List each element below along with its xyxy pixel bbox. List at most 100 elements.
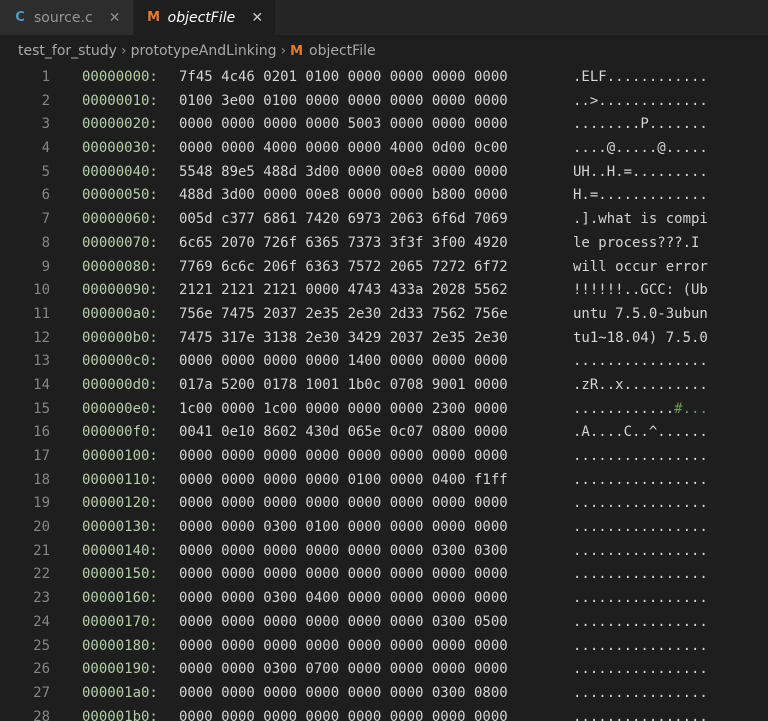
ascii-plain: ................ [573, 471, 708, 488]
hex-editor[interactable]: 1 00000000: 7f45 4c46 0201 0100 0000 0000 … [0, 66, 768, 721]
hex-bytes: 0000 0000 0000 0000 0000 0000 0000 0000 [179, 637, 508, 654]
hex-offset: 000000d0: [82, 376, 158, 393]
hex-offset: 00000100: [82, 448, 158, 464]
ascii-plain: will occur error [573, 258, 708, 275]
code-line[interactable]: 14 000000d0: 017a 5200 0178 1001 1b0c 0708… [0, 374, 768, 398]
hex-offset: 000000a0: [82, 305, 158, 322]
code-line[interactable]: 5 00000040: 5548 89e5 488d 3d00 0000 00e8 … [0, 161, 768, 185]
line-number: 17 [33, 448, 50, 464]
hex-bytes: 5548 89e5 488d 3d00 0000 00e8 0000 0000 [179, 163, 508, 180]
code-line[interactable]: 9 00000080: 7769 6c6c 206f 6363 7572 2065 … [0, 256, 768, 280]
code-line[interactable]: 10 00000090: 2121 2121 2121 0000 4743 433a… [0, 279, 768, 303]
ascii-text: ................ [573, 658, 708, 682]
ascii-plain: ................ [573, 684, 708, 701]
hex-offset: 00000010: [82, 92, 158, 109]
hex-bytes: 0000 0000 0000 0000 0000 0000 0000 0000 [179, 708, 508, 721]
hex-offset: 00000160: [82, 590, 158, 607]
line-number: 18 [33, 471, 50, 488]
hex-offset: 00000020: [82, 116, 158, 133]
tab-objectfile[interactable]: M objectFile ✕ [133, 0, 277, 35]
hex-bytes: 0041 0e10 8602 430d 065e 0c07 0800 0000 [179, 424, 508, 441]
code-line[interactable]: 25 00000180: 0000 0000 0000 0000 0000 0000… [0, 635, 768, 659]
code-line[interactable]: 8 00000070: 6c65 2070 726f 6365 7373 3f3f … [0, 232, 768, 256]
chevron-right-icon: › [120, 43, 127, 59]
code-line[interactable]: 28 000001b0: 0000 0000 0000 0000 0000 0000… [0, 706, 768, 721]
ascii-text: untu 7.5.0-3ubun [573, 303, 708, 327]
hex-bytes: 2121 2121 2121 0000 4743 433a 2028 5562 [179, 282, 508, 299]
ascii-plain: .A....C..^...... [573, 424, 708, 441]
code-line[interactable]: 18 00000110: 0000 0000 0000 0000 0100 0000… [0, 469, 768, 493]
code-line[interactable]: 22 00000150: 0000 0000 0000 0000 0000 0000… [0, 563, 768, 587]
hex-bytes: 0000 0000 0000 0000 0000 0000 0000 0000 [179, 566, 508, 583]
ascii-plain: tu1~18.04) 7.5.0 [573, 329, 708, 346]
breadcrumb-file-objectfile[interactable]: objectFile [309, 43, 376, 59]
close-icon[interactable]: ✕ [107, 10, 123, 26]
code-line[interactable]: 15 000000e0: 1c00 0000 1c00 0000 0000 0000… [0, 398, 768, 422]
hex-offset: 00000170: [82, 613, 158, 630]
ascii-plain: ................ [573, 542, 708, 559]
line-number: 19 [33, 495, 50, 512]
line-number: 4 [41, 140, 50, 157]
ascii-text: tu1~18.04) 7.5.0 [573, 327, 708, 351]
hex-bytes: 756e 7475 2037 2e35 2e30 2d33 7562 756e [179, 305, 508, 322]
line-number: 6 [41, 187, 50, 204]
hex-bytes: 0000 0000 0000 0000 0000 0000 0300 0800 [179, 684, 508, 701]
code-line[interactable]: 4 00000030: 0000 0000 4000 0000 0000 4000 … [0, 137, 768, 161]
ascii-plain: H.=............. [573, 187, 708, 204]
hex-offset: 000000b0: [82, 329, 158, 346]
code-line[interactable]: 16 000000f0: 0041 0e10 8602 430d 065e 0c07… [0, 421, 768, 445]
hex-offset: 00000150: [82, 566, 158, 583]
ascii-text: ................ [573, 469, 708, 493]
ascii-text: ............#... [573, 398, 708, 422]
code-line[interactable]: 11 000000a0: 756e 7475 2037 2e35 2e30 2d33… [0, 303, 768, 327]
hex-bytes: 0000 0000 0000 0000 0000 0000 0000 0000 [179, 495, 508, 512]
code-line[interactable]: 26 00000190: 0000 0000 0300 0700 0000 0000… [0, 658, 768, 682]
tab-source-c[interactable]: C source.c ✕ [0, 0, 134, 35]
hex-offset: 00000180: [82, 637, 158, 654]
breadcrumb-folder-prototype[interactable]: prototypeAndLinking [131, 43, 277, 59]
hex-bytes: 0000 0000 0300 0100 0000 0000 0000 0000 [179, 519, 508, 536]
hex-bytes: 0000 0000 0000 0000 5003 0000 0000 0000 [179, 116, 508, 133]
code-line[interactable]: 21 00000140: 0000 0000 0000 0000 0000 0000… [0, 540, 768, 564]
code-line[interactable]: 27 000001a0: 0000 0000 0000 0000 0000 0000… [0, 682, 768, 706]
ascii-plain: ................ [573, 495, 708, 512]
c-file-icon: C [15, 10, 25, 25]
ascii-plain: ................ [573, 566, 708, 583]
ascii-plain: ................ [573, 708, 708, 721]
code-line[interactable]: 12 000000b0: 7475 317e 3138 2e30 3429 2037… [0, 327, 768, 351]
ascii-plain: ................ [573, 448, 708, 464]
ascii-plain: .zR..x.......... [573, 376, 708, 393]
code-line[interactable]: 3 00000020: 0000 0000 0000 0000 5003 0000 … [0, 113, 768, 137]
code-line[interactable]: 7 00000060: 005d c377 6861 7420 6973 2063 … [0, 208, 768, 232]
code-line[interactable]: 24 00000170: 0000 0000 0000 0000 0000 0000… [0, 611, 768, 635]
ascii-text: UH..H.=......... [573, 161, 708, 185]
code-line[interactable]: 1 00000000: 7f45 4c46 0201 0100 0000 0000 … [0, 66, 768, 90]
hex-bytes: 0000 0000 0000 0000 0100 0000 0400 f1ff [179, 471, 508, 488]
ascii-text: le process???.I [573, 232, 708, 256]
hex-bytes: 7769 6c6c 206f 6363 7572 2065 7272 6f72 [179, 258, 508, 275]
hex-bytes: 0000 0000 4000 0000 0000 4000 0d00 0c00 [179, 140, 508, 157]
code-line[interactable]: 23 00000160: 0000 0000 0300 0400 0000 0000… [0, 587, 768, 611]
hex-offset: 00000140: [82, 542, 158, 559]
ascii-plain: .].what is compi [573, 211, 708, 228]
hex-offset: 00000040: [82, 163, 158, 180]
breadcrumb: test_for_study › prototypeAndLinking › M… [0, 35, 768, 67]
code-line[interactable]: 2 00000010: 0100 3e00 0100 0000 0000 0000 … [0, 90, 768, 114]
code-line[interactable]: 17 00000100: 0000 0000 0000 0000 0000 0000… [0, 445, 768, 469]
code-line[interactable]: 13 000000c0: 0000 0000 0000 0000 1400 0000… [0, 350, 768, 374]
ascii-text: ................ [573, 635, 708, 659]
line-number: 5 [41, 163, 50, 180]
code-line[interactable]: 20 00000130: 0000 0000 0300 0100 0000 0000… [0, 516, 768, 540]
breadcrumb-folder-test-for-study[interactable]: test_for_study [18, 43, 117, 59]
line-number: 26 [33, 661, 50, 678]
hex-offset: 000001a0: [82, 684, 158, 701]
ascii-text: will occur error [573, 256, 708, 280]
ascii-text: ................ [573, 350, 708, 374]
close-icon[interactable]: ✕ [249, 10, 265, 26]
code-line[interactable]: 6 00000050: 488d 3d00 0000 00e8 0000 0000 … [0, 184, 768, 208]
hex-offset: 000000c0: [82, 353, 158, 370]
hex-offset: 00000110: [82, 471, 158, 488]
line-number: 2 [41, 92, 50, 109]
line-number: 13 [33, 353, 50, 370]
code-line[interactable]: 19 00000120: 0000 0000 0000 0000 0000 0000… [0, 492, 768, 516]
